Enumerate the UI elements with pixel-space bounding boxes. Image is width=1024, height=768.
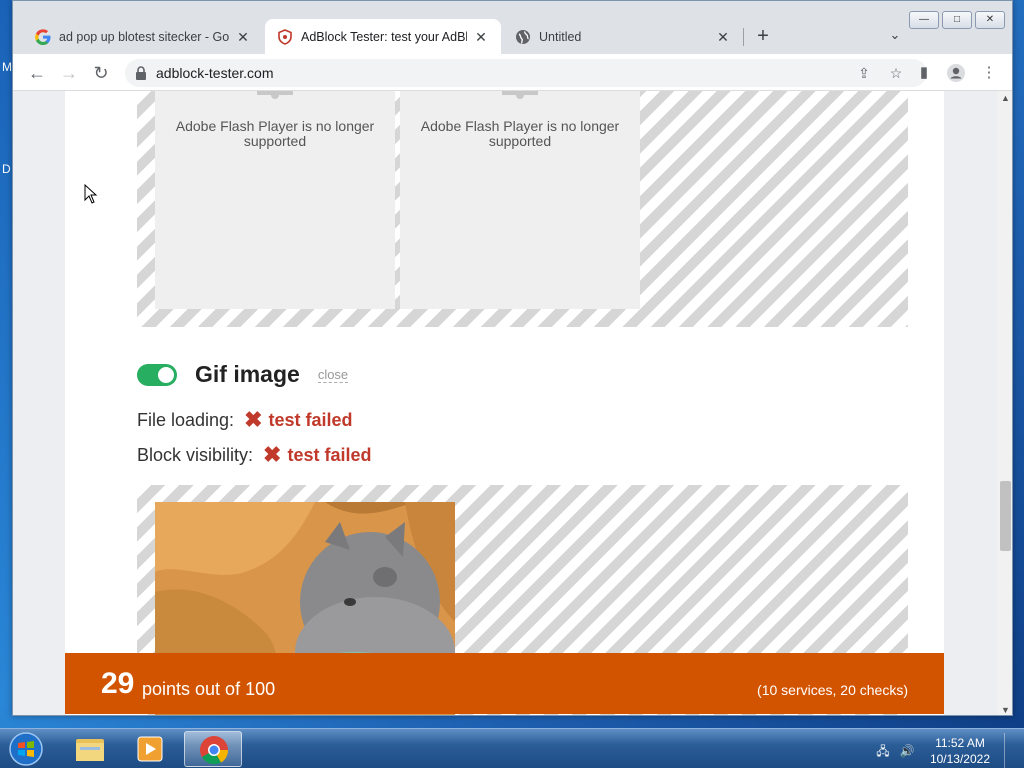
page-viewport: Adobe Flash Player is no longer supporte…: [13, 91, 997, 715]
share-icon[interactable]: ⇪: [855, 64, 873, 82]
score-detail: (10 services, 20 checks): [757, 682, 908, 698]
fail-x-icon: ✖: [244, 407, 263, 432]
flash-block-1: Adobe Flash Player is no longer supporte…: [155, 91, 395, 309]
taskbar-chrome[interactable]: [184, 731, 242, 767]
desktop-icon-label[interactable]: M: [2, 60, 12, 74]
plugin-puzzle-icon: [502, 91, 538, 99]
minimize-button[interactable]: —: [909, 11, 939, 29]
vertical-scrollbar[interactable]: ▲ ▼: [997, 91, 1012, 715]
tab-separator: [743, 28, 744, 46]
tab-adblock-tester[interactable]: AdBlock Tester: test your AdBlock ✕: [265, 19, 501, 54]
system-tray: 🖧 🔊 11:52 AM 10/13/2022: [874, 733, 1014, 768]
close-icon[interactable]: ✕: [715, 29, 731, 45]
url-text[interactable]: adblock-tester.com: [156, 65, 274, 81]
check-file-loading: File loading: ✖ test failed: [137, 407, 353, 433]
google-icon: [35, 28, 51, 45]
taskbar-media-player[interactable]: [122, 731, 180, 767]
windows-start-icon[interactable]: [6, 731, 46, 767]
media-player-icon: [137, 736, 163, 762]
back-arrow-icon[interactable]: ←: [25, 61, 49, 85]
folder-icon: [76, 739, 104, 761]
desktop-icon-label[interactable]: D: [2, 162, 11, 176]
close-window-button[interactable]: ✕: [975, 11, 1005, 29]
tab-title: AdBlock Tester: test your AdBlock: [301, 29, 467, 44]
close-link[interactable]: close: [317, 367, 349, 383]
network-icon[interactable]: 🖧: [874, 742, 892, 760]
taskbar-explorer[interactable]: [60, 731, 118, 767]
scroll-thumb[interactable]: [1000, 481, 1011, 551]
plugin-puzzle-icon: [257, 91, 293, 99]
close-icon[interactable]: ✕: [235, 29, 251, 45]
side-panel-icon[interactable]: ▮: [913, 62, 935, 84]
browser-window: ad pop up blotest sitecker - Goo ✕ AdBlo…: [12, 0, 1013, 716]
lock-icon[interactable]: [135, 66, 147, 80]
tab-title: ad pop up blotest sitecker - Goo: [59, 29, 229, 44]
check-block-visibility: Block visibility: ✖ test failed: [137, 442, 372, 468]
clock-time: 11:52 AM: [935, 736, 985, 750]
section-title: Gif image: [195, 361, 300, 387]
page-content: Adobe Flash Player is no longer supporte…: [65, 91, 944, 715]
clock-date: 10/13/2022: [929, 752, 990, 766]
globe-icon: [516, 29, 530, 44]
check-label: File loading:: [137, 409, 235, 430]
show-desktop-button[interactable]: [1004, 733, 1014, 768]
forward-arrow-icon[interactable]: →: [57, 61, 81, 85]
check-result-text: test failed: [287, 444, 372, 465]
window-controls: — □ ✕: [909, 11, 1005, 29]
tab-untitled[interactable]: Untitled ✕: [503, 19, 743, 54]
adblock-tester-icon: [278, 28, 292, 45]
maximize-button[interactable]: □: [942, 11, 972, 29]
bookmark-star-icon[interactable]: ☆: [887, 64, 905, 82]
chrome-icon: [200, 736, 229, 765]
toggle-knob: [158, 366, 174, 383]
browser-toolbar: ← → ↻ adblock-tester.com ⇪ ☆ ▮ ⋮: [13, 54, 1012, 91]
tab-search-chevron-icon[interactable]: ⌄: [885, 27, 905, 47]
gif-image-toggle[interactable]: [137, 363, 177, 386]
score-bar: 29 points out of 100 (10 services, 20 ch…: [65, 653, 944, 714]
new-tab-button[interactable]: +: [751, 25, 775, 49]
clock[interactable]: 11:52 AM 10/13/2022: [930, 735, 990, 767]
tab-google-search[interactable]: ad pop up blotest sitecker - Goo ✕: [23, 19, 263, 54]
check-label: Block visibility:: [137, 444, 254, 465]
flash-block-2: Adobe Flash Player is no longer supporte…: [400, 91, 640, 309]
scroll-down-arrow-icon[interactable]: ▼: [997, 703, 1012, 715]
profile-avatar-icon[interactable]: [945, 62, 967, 84]
address-bar[interactable]: adblock-tester.com ⇪ ☆: [125, 59, 927, 87]
taskbar: 🖧 🔊 11:52 AM 10/13/2022: [0, 728, 1024, 768]
score-points: 29: [101, 667, 135, 700]
fail-x-icon: ✖: [263, 442, 282, 467]
tab-strip: ad pop up blotest sitecker - Goo ✕ AdBlo…: [13, 1, 1012, 54]
tab-title: Untitled: [539, 29, 582, 44]
scroll-up-arrow-icon[interactable]: ▲: [997, 91, 1012, 105]
mouse-pointer-icon: [84, 184, 98, 204]
score-text: points out of 100: [142, 679, 276, 699]
close-icon[interactable]: ✕: [473, 29, 489, 45]
check-result: ✖ test failed: [263, 442, 371, 468]
reload-icon[interactable]: ↻: [89, 61, 113, 85]
volume-icon[interactable]: 🔊: [898, 742, 916, 760]
gif-image-section-header: Gif image close: [137, 361, 349, 388]
check-result: ✖ test failed: [244, 407, 352, 433]
check-result-text: test failed: [268, 409, 353, 430]
menu-kebab-icon[interactable]: ⋮: [978, 62, 1000, 84]
